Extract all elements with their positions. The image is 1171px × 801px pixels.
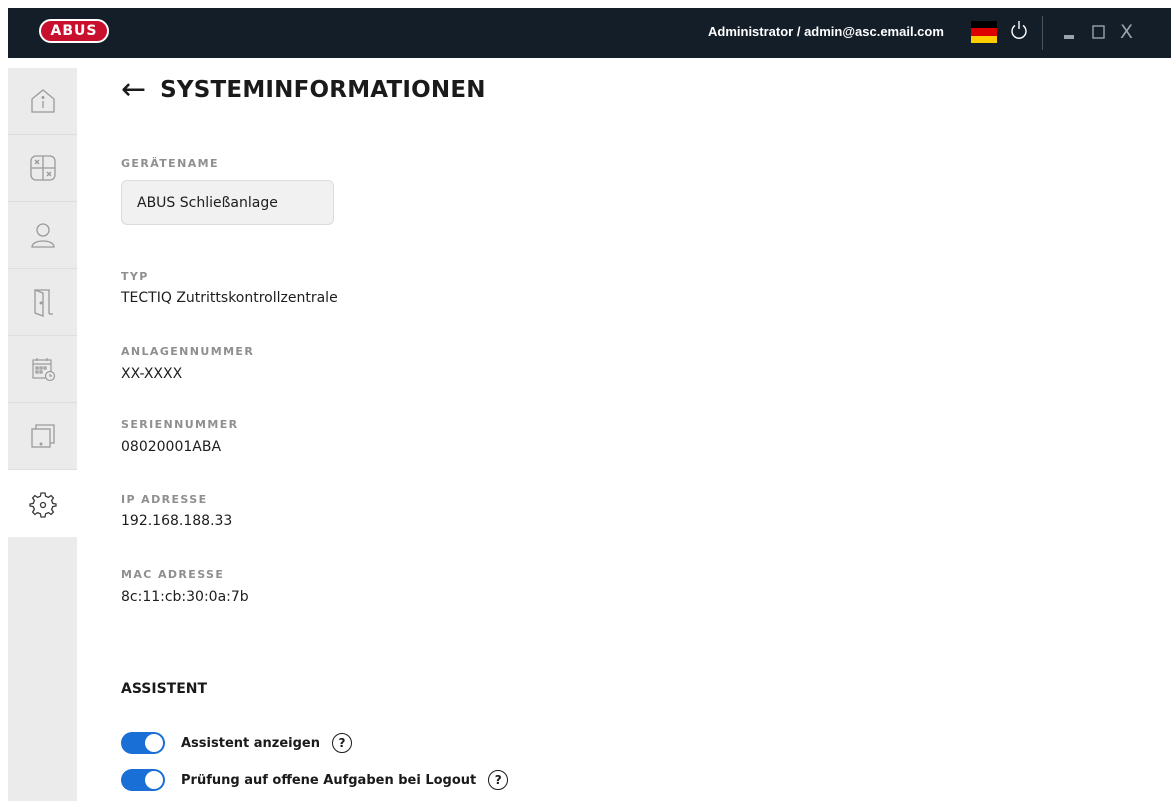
ip-address-label: IP ADRESSE: [121, 493, 208, 506]
sidebar-item-info[interactable]: [8, 68, 77, 135]
type-label: TYP: [121, 270, 149, 283]
maximize-icon[interactable]: [1089, 21, 1109, 43]
device-icon: [30, 424, 55, 448]
page-header: ← SYSTEMINFORMATIONEN: [121, 75, 486, 105]
sidebar-item-settings[interactable]: [8, 470, 77, 537]
abus-logo: ABUS: [39, 19, 109, 43]
german-flag-icon[interactable]: [971, 21, 997, 43]
device-name-label: GERÄTENAME: [121, 157, 219, 170]
power-icon[interactable]: [1010, 20, 1028, 47]
back-arrow-icon[interactable]: ←: [121, 75, 146, 105]
sidebar-item-users[interactable]: [8, 202, 77, 269]
serial-number-label: SERIENNUMMER: [121, 418, 239, 431]
sidebar-item-schedule[interactable]: [8, 336, 77, 403]
toggle-knob: [145, 771, 163, 789]
help-icon[interactable]: ?: [332, 733, 353, 753]
titlebar-divider: [1042, 16, 1043, 50]
page-title: SYSTEMINFORMATIONEN: [160, 77, 486, 103]
close-icon[interactable]: X: [1120, 21, 1142, 43]
system-number-label: ANLAGENNUMMER: [121, 345, 255, 358]
info-icon: [30, 89, 55, 113]
ip-address-value: 192.168.188.33: [121, 513, 233, 529]
user-account-label[interactable]: Administrator / admin@asc.email.com: [708, 24, 944, 39]
toggle-knob: [145, 734, 163, 752]
logout-check-toggle[interactable]: [121, 769, 165, 791]
calendar-icon: [31, 358, 55, 382]
show-assistant-label: Assistent anzeigen: [181, 735, 321, 751]
sidebar-item-doors[interactable]: [8, 269, 77, 336]
calculator-icon: [29, 155, 56, 181]
door-icon: [33, 289, 53, 317]
sidebar-item-calculator[interactable]: [8, 135, 77, 202]
logout-check-label: Prüfung auf offene Aufgaben bei Logout: [181, 772, 477, 788]
device-name-field[interactable]: [121, 180, 334, 225]
assistant-section-title: ASSISTENT: [121, 681, 208, 697]
mac-address-value: 8c:11:cb:30:0a:7b: [121, 589, 249, 605]
help-icon[interactable]: ?: [488, 770, 509, 790]
sidebar: [8, 68, 77, 801]
show-assistant-toggle[interactable]: [121, 732, 165, 754]
title-bar: ABUS Administrator / admin@asc.email.com…: [8, 8, 1171, 58]
header-gap: [727, 58, 1171, 64]
assistant-toggle-row: Assistent anzeigen ?: [121, 732, 353, 754]
serial-number-value: 08020001ABA: [121, 439, 222, 455]
sidebar-item-devices[interactable]: [8, 403, 77, 470]
system-number-value: XX-XXXX: [121, 366, 183, 382]
gear-icon: [28, 491, 57, 518]
user-icon: [30, 223, 55, 248]
logout-check-toggle-row: Prüfung auf offene Aufgaben bei Logout ?: [121, 769, 509, 791]
mac-address-label: MAC ADRESSE: [121, 568, 225, 581]
minimize-icon[interactable]: [1060, 21, 1080, 43]
type-value: TECTIQ Zutrittskontrollzentrale: [121, 290, 338, 306]
